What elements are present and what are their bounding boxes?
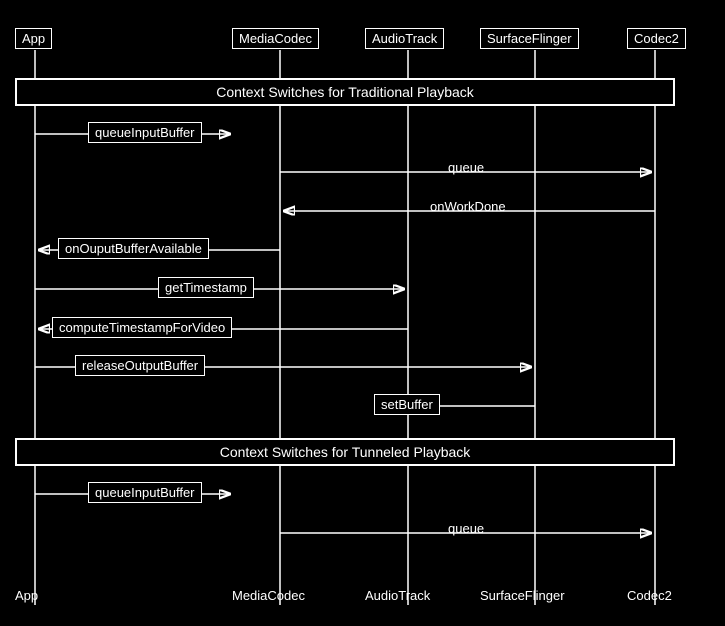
queueInputBuffer-2-label: queueInputBuffer (88, 482, 202, 503)
onWorkDone-label: onWorkDone (430, 199, 506, 214)
mediacodec-label-bottom: MediaCodec (232, 588, 305, 603)
app-label-top: App (15, 28, 52, 49)
audiotrack-label-top: AudioTrack (365, 28, 444, 49)
traditional-section-bar: Context Switches for Traditional Playbac… (15, 78, 675, 106)
surfaceflinger-label-top: SurfaceFlinger (480, 28, 579, 49)
releaseOutputBuffer-label: releaseOutputBuffer (75, 355, 205, 376)
mediacodec-label-top: MediaCodec (232, 28, 319, 49)
audiotrack-label-bottom: AudioTrack (365, 588, 430, 603)
codec2-label-bottom: Codec2 (627, 588, 672, 603)
queueInputBuffer-1-label: queueInputBuffer (88, 122, 202, 143)
app-label-bottom: App (15, 588, 38, 603)
getTimestamp-label: getTimestamp (158, 277, 254, 298)
queue-2-label: queue (448, 521, 484, 536)
tunneled-section-bar: Context Switches for Tunneled Playback (15, 438, 675, 466)
queue-1-label: queue (448, 160, 484, 175)
computeTimestampForVideo-label: computeTimestampForVideo (52, 317, 232, 338)
onOuputBufferAvailable-label: onOuputBufferAvailable (58, 238, 209, 259)
diagram: App MediaCodec AudioTrack SurfaceFlinger… (0, 0, 725, 626)
codec2-label-top: Codec2 (627, 28, 686, 49)
setBuffer-label: setBuffer (374, 394, 440, 415)
surfaceflinger-label-bottom: SurfaceFlinger (480, 588, 565, 603)
